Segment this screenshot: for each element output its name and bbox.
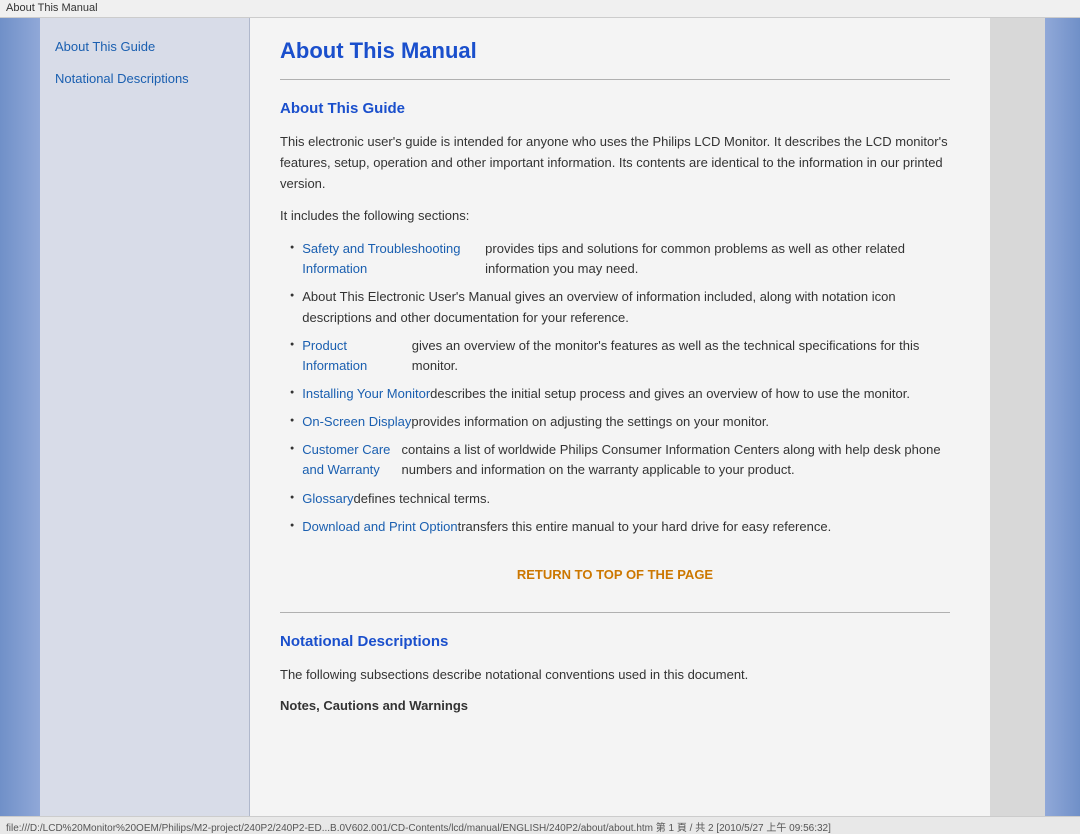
sidebar: About This Guide Notational Descriptions [40, 18, 250, 816]
page-title: About This Manual [280, 38, 950, 64]
list-item: Safety and Troubleshooting Information p… [290, 239, 950, 279]
section-divider2 [280, 612, 950, 613]
title-bar-text: About This Manual [6, 2, 98, 14]
list-item: About This Electronic User's Manual give… [290, 287, 950, 327]
list-item-text: transfers this entire manual to your har… [458, 517, 832, 537]
product-info-link[interactable]: Product Information [302, 336, 412, 376]
sidebar-item-notational[interactable]: Notational Descriptions [55, 70, 234, 88]
title-divider [280, 79, 950, 80]
osd-link[interactable]: On-Screen Display [302, 412, 411, 432]
glossary-link[interactable]: Glossary [302, 489, 353, 509]
title-bar: About This Manual [0, 0, 1080, 18]
list-item-text: provides tips and solutions for common p… [485, 239, 950, 279]
list-item-text: provides information on adjusting the se… [411, 412, 769, 432]
sidebar-item-about-guide[interactable]: About This Guide [55, 38, 234, 56]
return-to-top-link[interactable]: RETURN TO TOP OF THE PAGE [517, 567, 713, 582]
about-guide-title: About This Guide [280, 100, 950, 117]
customer-care-link[interactable]: Customer Care and Warranty [302, 440, 401, 480]
notes-cautions-title: Notes, Cautions and Warnings [280, 698, 950, 713]
status-bar-text: file:///D:/LCD%20Monitor%20OEM/Philips/M… [6, 823, 831, 834]
list-item: Glossary defines technical terms. [290, 489, 950, 509]
list-item: Customer Care and Warranty contains a li… [290, 440, 950, 480]
about-guide-paragraph1: This electronic user's guide is intended… [280, 132, 950, 194]
safety-link[interactable]: Safety and Troubleshooting Information [302, 239, 485, 279]
main-layout: About This Guide Notational Descriptions… [0, 18, 1080, 816]
notational-paragraph1: The following subsections describe notat… [280, 665, 950, 686]
right-blue-bar [1045, 18, 1080, 816]
installing-link[interactable]: Installing Your Monitor [302, 384, 430, 404]
right-gray-bar [990, 18, 1045, 816]
list-item-text: defines technical terms. [354, 489, 491, 509]
list-item: Product Information gives an overview of… [290, 336, 950, 376]
left-decorative-bar [0, 18, 40, 816]
notational-title: Notational Descriptions [280, 633, 950, 650]
list-item: Download and Print Option transfers this… [290, 517, 950, 537]
status-bar: file:///D:/LCD%20Monitor%20OEM/Philips/M… [0, 816, 1080, 834]
list-item-text: About This Electronic User's Manual give… [302, 287, 950, 327]
about-guide-paragraph2: It includes the following sections: [280, 206, 950, 227]
return-to-top: RETURN TO TOP OF THE PAGE [280, 567, 950, 582]
download-print-link[interactable]: Download and Print Option [302, 517, 457, 537]
about-guide-section: About This Guide This electronic user's … [280, 100, 950, 582]
right-decorative-bars [990, 18, 1080, 816]
list-item-text: contains a list of worldwide Philips Con… [401, 440, 950, 480]
bullet-list: Safety and Troubleshooting Information p… [290, 239, 950, 537]
notational-section: Notational Descriptions The following su… [280, 633, 950, 713]
list-item-text: gives an overview of the monitor's featu… [412, 336, 950, 376]
list-item: Installing Your Monitor describes the in… [290, 384, 950, 404]
list-item-text: describes the initial setup process and … [430, 384, 910, 404]
list-item: On-Screen Display provides information o… [290, 412, 950, 432]
content-area: About This Manual About This Guide This … [250, 18, 990, 816]
